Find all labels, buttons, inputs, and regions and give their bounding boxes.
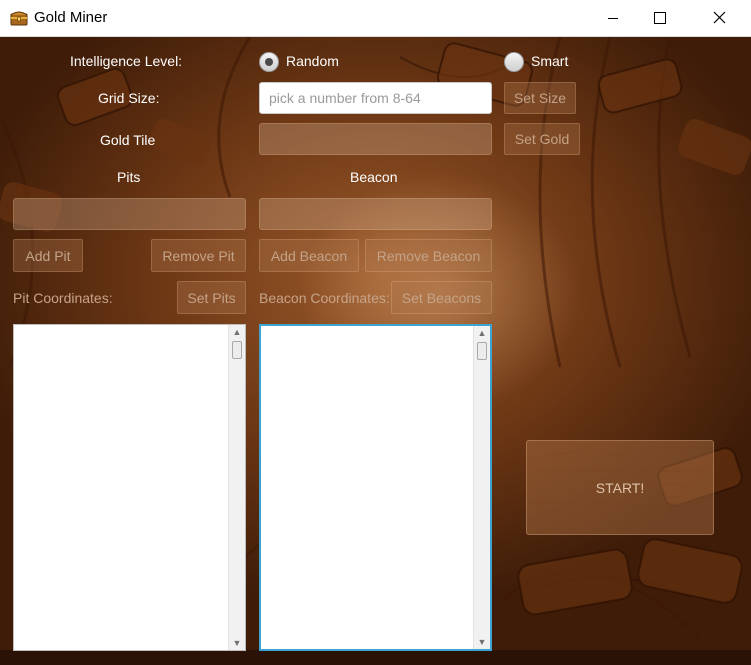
set-pits-button[interactable]: Set Pits — [177, 281, 246, 314]
minimize-icon — [608, 18, 618, 19]
window-title: Gold Miner — [34, 9, 108, 26]
pits-header: Pits — [117, 169, 141, 185]
scroll-thumb[interactable] — [232, 341, 242, 359]
maximize-button[interactable] — [636, 0, 682, 36]
add-beacon-button[interactable]: Add Beacon — [259, 239, 359, 272]
add-pit-button[interactable]: Add Pit — [13, 239, 83, 272]
scroll-up-arrow-icon[interactable]: ▲ — [474, 326, 490, 340]
scroll-down-arrow-icon[interactable]: ▼ — [229, 636, 245, 650]
random-radio-label[interactable]: Random — [286, 53, 339, 69]
gold-tile-label: Gold Tile — [100, 132, 156, 148]
set-size-button[interactable]: Set Size — [504, 82, 576, 114]
pit-coordinates-list[interactable]: ▲ ▼ — [13, 324, 246, 651]
treasure-chest-icon — [10, 11, 28, 26]
set-gold-button[interactable]: Set Gold — [504, 123, 580, 155]
window-content: Intelligence Level: Random Smart Grid Si… — [0, 37, 751, 665]
beacon-header: Beacon — [350, 169, 398, 185]
set-beacons-button[interactable]: Set Beacons — [391, 281, 492, 314]
scroll-thumb[interactable] — [477, 342, 487, 360]
start-button[interactable]: START! — [526, 440, 714, 535]
remove-beacon-button[interactable]: Remove Beacon — [365, 239, 492, 272]
minimize-button[interactable] — [590, 0, 636, 36]
scroll-up-arrow-icon[interactable]: ▲ — [229, 325, 245, 339]
random-radio[interactable] — [259, 52, 279, 72]
beacon-coordinates-list[interactable]: ▲ ▼ — [259, 324, 492, 651]
smart-radio[interactable] — [504, 52, 524, 72]
grid-size-input[interactable] — [259, 82, 492, 114]
maximize-icon — [654, 12, 666, 24]
start-button-label: START! — [595, 479, 645, 496]
pit-coordinates-label: Pit Coordinates: — [13, 290, 113, 306]
pit-input[interactable] — [13, 198, 246, 230]
gold-tile-input[interactable] — [259, 123, 492, 155]
beacon-input[interactable] — [259, 198, 492, 230]
remove-pit-button[interactable]: Remove Pit — [151, 239, 246, 272]
beacon-coordinates-label: Beacon Coordinates: — [259, 290, 390, 306]
intelligence-level-label: Intelligence Level: — [70, 53, 183, 69]
close-button[interactable] — [697, 0, 743, 36]
grid-size-label: Grid Size: — [98, 90, 160, 106]
pit-list-scrollbar[interactable]: ▲ ▼ — [228, 325, 245, 650]
title-bar[interactable]: Gold Miner — [0, 0, 751, 37]
smart-radio-label[interactable]: Smart — [531, 53, 568, 69]
beacon-list-scrollbar[interactable]: ▲ ▼ — [473, 326, 490, 649]
close-icon — [713, 11, 726, 24]
scroll-down-arrow-icon[interactable]: ▼ — [474, 635, 490, 649]
